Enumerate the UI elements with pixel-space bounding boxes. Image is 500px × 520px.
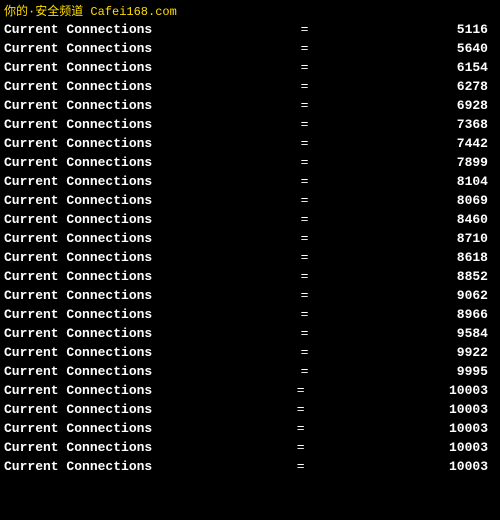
connection-value: 9584	[457, 324, 496, 343]
connection-label: Current Connections	[4, 343, 152, 362]
connection-label: Current Connections	[4, 96, 152, 115]
connection-value: 7442	[457, 134, 496, 153]
connection-label: Current Connections	[4, 362, 152, 381]
table-row: Current Connections = 8069	[4, 191, 496, 210]
equals-sign: =	[297, 400, 305, 419]
equals-sign: =	[301, 39, 309, 58]
equals-sign: =	[297, 419, 305, 438]
connection-value: 9995	[457, 362, 496, 381]
connection-value: 6154	[457, 58, 496, 77]
table-row: Current Connections = 10003	[4, 400, 496, 419]
connection-value: 7368	[457, 115, 496, 134]
connection-label: Current Connections	[4, 381, 152, 400]
table-row: Current Connections = 10003	[4, 438, 496, 457]
connection-label: Current Connections	[4, 20, 152, 39]
table-row: Current Connections = 6278	[4, 77, 496, 96]
connection-label: Current Connections	[4, 77, 152, 96]
connection-value: 8852	[457, 267, 496, 286]
table-row: Current Connections = 8852	[4, 267, 496, 286]
connection-value: 8460	[457, 210, 496, 229]
connection-label: Current Connections	[4, 229, 152, 248]
equals-sign: =	[301, 191, 309, 210]
equals-sign: =	[301, 286, 309, 305]
connection-value: 10003	[449, 381, 496, 400]
connection-value: 10003	[449, 457, 496, 476]
connection-value: 5640	[457, 39, 496, 58]
connection-value: 8966	[457, 305, 496, 324]
connection-label: Current Connections	[4, 400, 152, 419]
table-row: Current Connections = 6154	[4, 58, 496, 77]
connection-value: 8710	[457, 229, 496, 248]
equals-sign: =	[301, 305, 309, 324]
connection-label: Current Connections	[4, 248, 152, 267]
terminal-output: Current Connections = 5116Current Connec…	[0, 0, 500, 478]
connection-label: Current Connections	[4, 267, 152, 286]
connection-value: 8618	[457, 248, 496, 267]
connection-value: 6278	[457, 77, 496, 96]
table-row: Current Connections = 10003	[4, 381, 496, 400]
equals-sign: =	[301, 324, 309, 343]
connection-label: Current Connections	[4, 39, 152, 58]
connection-value: 8069	[457, 191, 496, 210]
connection-label: Current Connections	[4, 419, 152, 438]
connection-value: 10003	[449, 419, 496, 438]
connection-value: 7899	[457, 153, 496, 172]
equals-sign: =	[301, 115, 309, 134]
equals-sign: =	[297, 381, 305, 400]
table-row: Current Connections = 10003	[4, 419, 496, 438]
table-row: Current Connections = 8618	[4, 248, 496, 267]
equals-sign: =	[301, 210, 309, 229]
equals-sign: =	[301, 77, 309, 96]
connection-value: 5116	[457, 20, 496, 39]
connection-label: Current Connections	[4, 438, 152, 457]
equals-sign: =	[297, 438, 305, 457]
equals-sign: =	[301, 343, 309, 362]
table-row: Current Connections = 8104	[4, 172, 496, 191]
connection-label: Current Connections	[4, 153, 152, 172]
connection-label: Current Connections	[4, 58, 152, 77]
equals-sign: =	[301, 248, 309, 267]
connection-label: Current Connections	[4, 305, 152, 324]
connection-value: 9922	[457, 343, 496, 362]
equals-sign: =	[301, 153, 309, 172]
table-row: Current Connections = 5116	[4, 20, 496, 39]
table-row: Current Connections = 5640	[4, 39, 496, 58]
table-row: Current Connections = 9922	[4, 343, 496, 362]
connection-label: Current Connections	[4, 134, 152, 153]
table-row: Current Connections = 6928	[4, 96, 496, 115]
connection-label: Current Connections	[4, 286, 152, 305]
connection-value: 8104	[457, 172, 496, 191]
table-row: Current Connections = 7442	[4, 134, 496, 153]
equals-sign: =	[301, 229, 309, 248]
table-row: Current Connections = 9995	[4, 362, 496, 381]
table-row: Current Connections = 10003	[4, 457, 496, 476]
connection-label: Current Connections	[4, 210, 152, 229]
table-row: Current Connections = 9584	[4, 324, 496, 343]
equals-sign: =	[301, 58, 309, 77]
connection-label: Current Connections	[4, 115, 152, 134]
table-row: Current Connections = 9062	[4, 286, 496, 305]
connection-value: 10003	[449, 400, 496, 419]
table-row: Current Connections = 8710	[4, 229, 496, 248]
table-row: Current Connections = 7368	[4, 115, 496, 134]
connection-label: Current Connections	[4, 324, 152, 343]
connection-value: 6928	[457, 96, 496, 115]
equals-sign: =	[301, 134, 309, 153]
equals-sign: =	[301, 96, 309, 115]
connection-value: 10003	[449, 438, 496, 457]
watermark: 你的·安全频道 Cafei168.com	[0, 0, 500, 21]
equals-sign: =	[297, 457, 305, 476]
connection-value: 9062	[457, 286, 496, 305]
equals-sign: =	[301, 20, 309, 39]
connection-label: Current Connections	[4, 191, 152, 210]
table-row: Current Connections = 8966	[4, 305, 496, 324]
equals-sign: =	[301, 267, 309, 286]
equals-sign: =	[301, 362, 309, 381]
connection-label: Current Connections	[4, 172, 152, 191]
equals-sign: =	[301, 172, 309, 191]
table-row: Current Connections = 7899	[4, 153, 496, 172]
connection-label: Current Connections	[4, 457, 152, 476]
table-row: Current Connections = 8460	[4, 210, 496, 229]
